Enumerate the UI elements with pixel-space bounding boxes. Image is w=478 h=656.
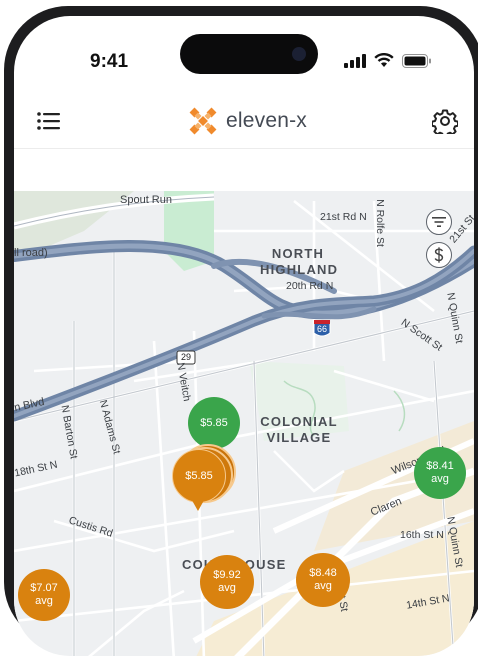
menu-button[interactable] (36, 110, 62, 132)
brand-name: eleven-x (226, 109, 307, 132)
price-pin[interactable]: $9.92 avg (200, 555, 254, 609)
road-21st-rd: 21st Rd N (320, 211, 367, 223)
map-view[interactable]: 66 29 Spout Run ll road) n Blvd 21st Rd … (14, 191, 474, 656)
road-toll: ll road) (14, 247, 48, 259)
price-pin[interactable]: $8.48 avg (296, 553, 350, 607)
interstate-66-shield: 66 (316, 324, 327, 334)
front-camera (292, 47, 306, 61)
hamburger-menu-icon (37, 112, 60, 130)
app-header: eleven-x (14, 96, 474, 149)
pin-tail (189, 495, 207, 511)
status-icons (344, 53, 432, 68)
phone-screen: 9:41 eleven-x 66 29 Spout Run ll road) n… (14, 16, 474, 656)
pin-sub: avg (314, 580, 332, 592)
pin-price: $5.85 (185, 469, 213, 482)
neighborhood-colonial-village: COLONIAL VILLAGE (260, 414, 338, 445)
road-20th-rd: 20th Rd N (286, 280, 334, 292)
price-pin[interactable]: $7.07 avg (18, 569, 70, 621)
pin-price: $7.07 (30, 582, 58, 594)
pin-price: $8.48 (309, 567, 337, 579)
filter-icon (432, 217, 446, 227)
filter-button[interactable] (426, 209, 452, 235)
search-area-blank (14, 149, 474, 191)
pin-price: $8.41 (426, 460, 454, 472)
pin-price: $9.92 (213, 569, 241, 581)
price-button[interactable] (426, 242, 452, 268)
dollar-icon (434, 247, 444, 263)
cellular-signal-icon (344, 53, 366, 68)
road-16th: 16th St N (400, 529, 444, 541)
road-rolfe: N Rolfe St (373, 199, 386, 247)
pin-sub: avg (218, 582, 236, 594)
wifi-icon (374, 53, 394, 67)
price-pin[interactable]: $8.41 avg (414, 447, 466, 499)
brand-logo: eleven-x (188, 106, 307, 136)
gear-icon (431, 109, 459, 138)
battery-icon (402, 53, 431, 68)
status-time: 9:41 (90, 51, 129, 72)
pin-price: $5.85 (200, 416, 228, 429)
pin-sub: avg (35, 595, 53, 607)
neighborhood-north-highland: NORTH HIGHLAND (260, 246, 339, 277)
dynamic-island (180, 34, 318, 74)
phone-frame: 9:41 eleven-x 66 29 Spout Run ll road) n… (4, 6, 478, 656)
eleven-x-logo-icon (189, 107, 217, 135)
road-spout-run: Spout Run (120, 194, 172, 206)
pin-sub: avg (431, 473, 449, 485)
price-pin[interactable]: $5.85 (188, 397, 240, 449)
settings-button[interactable] (431, 108, 459, 138)
